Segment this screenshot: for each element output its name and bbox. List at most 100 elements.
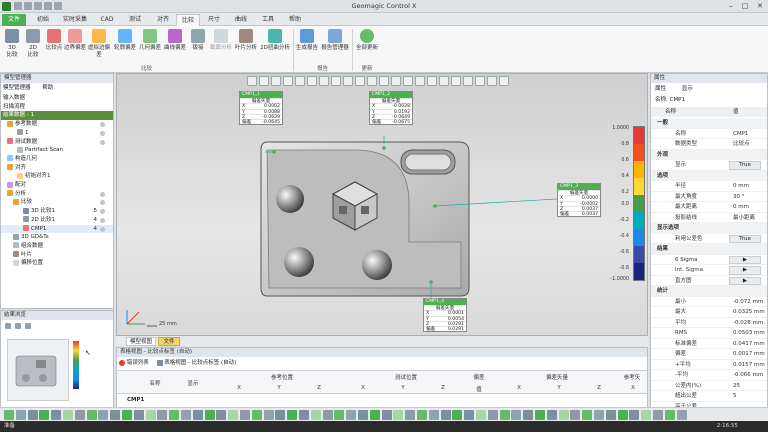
tree-item-selected[interactable]: 结果数据 - 1 <box>1 111 113 121</box>
result-thumbnail[interactable] <box>7 339 69 401</box>
col-meas-x[interactable]: X <box>351 385 375 391</box>
col-deviation[interactable]: 偏差 <box>467 373 491 381</box>
tree-item[interactable]: 3D 比较1 5 <box>1 207 113 216</box>
blade-analysis-button[interactable]: 叶片分析 <box>234 29 258 61</box>
3d-compare-button[interactable]: 3D 比较 <box>2 29 22 61</box>
toolbar-tool-icon[interactable] <box>452 410 463 420</box>
section-analysis-button[interactable]: 截面分析 <box>209 29 233 61</box>
toolbar-tool-icon[interactable] <box>570 410 581 420</box>
property-row[interactable]: 最大 0.0325 mm <box>651 307 767 318</box>
callout-cmp1-2[interactable]: CMP1_2 偏差矢量 X -0.0028 Y 0.0192 Z -0.0649 偏差… <box>369 91 413 126</box>
3d-viewport[interactable]: 25 mm CMP1_1 偏差矢量 X 0.0002 Y 0.0088 Z -0.06… <box>116 73 648 336</box>
tab-live-capture[interactable]: 实时采集 <box>58 14 92 26</box>
toolbar-tool-icon[interactable] <box>381 410 392 420</box>
property-row[interactable]: 最大距离 0 mm <box>651 202 767 213</box>
property-row[interactable]: 6 Sigma ▶ <box>651 255 767 265</box>
property-row[interactable]: 投影结线 最小距离 <box>651 213 767 223</box>
toolbar-tool-icon[interactable] <box>617 410 628 420</box>
tab-tools[interactable]: 工具 <box>255 14 281 26</box>
toolbar-tool-icon[interactable] <box>405 410 416 420</box>
geometry-deviation-button[interactable]: 几何偏差 <box>138 29 162 61</box>
toolbar-tool-icon[interactable] <box>86 410 97 420</box>
toolbar-tool-icon[interactable] <box>582 410 593 420</box>
category-results[interactable]: 结果 <box>651 244 767 255</box>
tree-item[interactable]: 1 <box>1 129 113 138</box>
toolbar-tool-icon[interactable] <box>310 410 321 420</box>
toolbar-tool-icon[interactable] <box>464 410 475 420</box>
visibility-icon[interactable] <box>100 209 105 215</box>
2d-compare-button[interactable]: 2D 比较 <box>23 29 43 61</box>
2d-twist-analysis-button[interactable]: 2D扭曲分析 <box>259 29 291 61</box>
col-vec-x[interactable]: X <box>507 385 531 391</box>
toolbar-tool-icon[interactable] <box>641 410 652 420</box>
generate-report-button[interactable]: 生成报告 <box>295 29 319 61</box>
toolbar-tool-icon[interactable] <box>63 410 73 420</box>
toolbar-tool-icon[interactable] <box>181 410 191 420</box>
tab-model-manager[interactable]: 模型管理器 <box>3 85 31 91</box>
tab-initial[interactable]: 初始 <box>30 14 56 26</box>
col-ref-position[interactable]: 参考位置 <box>227 373 337 381</box>
property-row[interactable]: +平均 0.0157 mm <box>651 360 767 370</box>
tree-item[interactable]: 3D GD&Ts <box>1 233 113 242</box>
tree-item[interactable]: 初始对齐1 <box>1 172 113 181</box>
update-all-button[interactable]: 全部更新 <box>354 29 380 61</box>
toolbar-tool-icon[interactable] <box>476 410 486 420</box>
col-ref-y[interactable]: Y <box>267 385 291 391</box>
col-dev-value[interactable]: 值 <box>467 385 491 393</box>
toolbar-tool-icon[interactable] <box>487 410 498 420</box>
toolbar-tool-icon[interactable] <box>263 410 274 420</box>
property-row[interactable]: 数据类型 比较点 <box>651 139 767 150</box>
property-row[interactable]: 半径 0 mm <box>651 181 767 192</box>
col-meas-position[interactable]: 测试位置 <box>351 373 461 381</box>
toolbar-tool-icon[interactable] <box>369 410 380 420</box>
toolbar-tool-icon[interactable] <box>39 410 50 420</box>
toolbar-tool-icon[interactable] <box>157 410 168 420</box>
tree-item[interactable]: 偏移位置 <box>1 259 113 268</box>
toolbar-tool-icon[interactable] <box>676 410 687 420</box>
property-row[interactable]: 直方图 ▶ <box>651 276 767 286</box>
toolbar-tool-icon[interactable] <box>358 410 368 420</box>
toolbar-tool-icon[interactable] <box>27 410 38 420</box>
toolbar-tool-icon[interactable] <box>110 410 121 420</box>
tab-curve[interactable]: 曲线 <box>228 14 254 26</box>
curve-deviation-button[interactable]: 曲线偏差 <box>163 29 187 61</box>
tab-help[interactable]: 帮助 <box>282 14 308 26</box>
category-statistics[interactable]: 统计 <box>651 286 767 297</box>
property-row[interactable]: 利用公差色 True <box>651 234 767 244</box>
property-row[interactable]: 最小 -0.072 mm <box>651 297 767 307</box>
toolbar-tool-icon[interactable] <box>145 410 156 420</box>
toolbar-tool-icon[interactable] <box>51 410 62 420</box>
category-general[interactable]: 一般 <box>651 118 767 129</box>
compare-point-button[interactable]: 比较点 <box>44 29 64 61</box>
toolbar-tool-icon[interactable] <box>287 410 298 420</box>
tree-item[interactable]: CMP1 4 <box>1 224 113 234</box>
toolbar-tool-icon[interactable] <box>417 410 427 420</box>
callout-cmp1-4[interactable]: CMP1_4 偏差矢量 X 0.0001 Y 0.0054 Z 0.0291 偏差 0.… <box>423 298 467 333</box>
toolbar-tool-icon[interactable] <box>299 410 309 420</box>
col-show[interactable]: 显示 <box>181 379 205 387</box>
tree-item[interactable]: 参考数据 <box>1 120 113 129</box>
property-row[interactable]: 公差内(%) 25 <box>651 381 767 391</box>
expand-arrow-icon[interactable]: ▶ <box>729 276 761 285</box>
toolbar-tool-icon[interactable] <box>15 410 26 420</box>
view-icon[interactable] <box>15 323 21 329</box>
toolbar-tool-icon[interactable] <box>605 410 616 420</box>
boundary-deviation-button[interactable]: 边界偏差 <box>64 29 86 61</box>
tab-table-view[interactable]: 表格视图 - 比较点标签 (自动) <box>164 360 236 366</box>
toolbar-tool-icon[interactable] <box>664 410 675 420</box>
tree-item[interactable]: 输入数据 <box>1 94 113 103</box>
table-row[interactable]: CMP1 <box>127 396 227 405</box>
callout-cmp1-1[interactable]: CMP1_1 偏差矢量 X 0.0002 Y 0.0088 Z -0.0639 偏差 -… <box>239 91 283 126</box>
tree-item[interactable]: 对齐 <box>1 164 113 173</box>
col-vec-z[interactable]: Z <box>587 385 611 391</box>
toolbar-tool-icon[interactable] <box>251 410 262 420</box>
close-icon[interactable]: ✕ <box>753 1 767 12</box>
toolbar-tool-icon[interactable] <box>4 410 14 420</box>
tab-measure[interactable]: 测试 <box>122 14 148 26</box>
toolbar-tool-icon[interactable] <box>499 410 510 420</box>
visibility-icon[interactable] <box>100 122 105 128</box>
toolbar-tool-icon[interactable] <box>240 410 250 420</box>
toolbar-tool-icon[interactable] <box>629 410 640 420</box>
col-dev-vector[interactable]: 偏差矢量 <box>507 373 607 381</box>
tab-display[interactable]: 显示 <box>682 86 693 92</box>
